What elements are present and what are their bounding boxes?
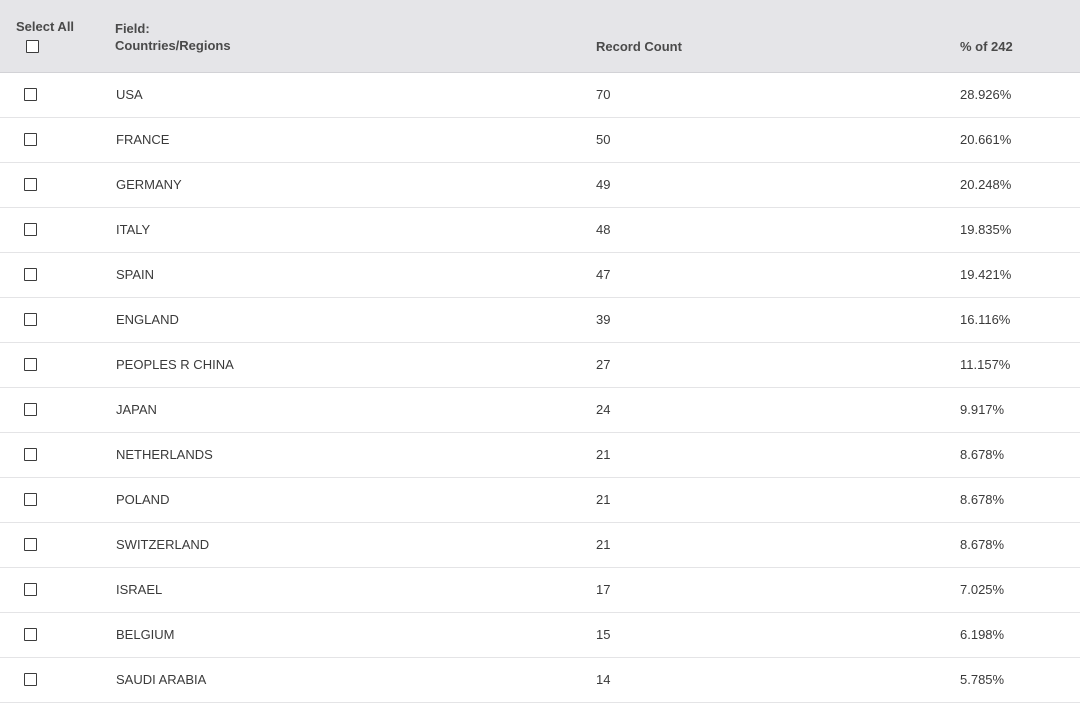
select-all-label: Select All [16,19,75,34]
field-name: Countries/Regions [115,38,231,53]
row-checkbox-cell [24,478,37,522]
country-name: BELGIUM [116,627,175,642]
row-checkbox-cell [24,343,37,387]
table-body: USA 70 28.926% FRANCE 50 20.661% GERMANY… [0,73,1080,703]
percent-value: 8.678% [960,447,1005,462]
row-checkbox-cell [24,613,37,657]
row-checkbox-cell [24,253,37,297]
record-count: 48 [596,222,611,237]
record-count: 17 [596,582,611,597]
row-checkbox-cell [24,658,37,702]
percent-value: 20.661% [960,132,1012,147]
percent-value: 8.678% [960,492,1005,507]
percent-value: 19.421% [960,267,1012,282]
record-count: 21 [596,447,611,462]
row-checkbox[interactable] [24,358,37,372]
row-checkbox[interactable] [24,133,37,147]
record-count: 24 [596,402,611,417]
percent-value: 8.678% [960,537,1005,552]
table-row: NETHERLANDS 21 8.678% [0,433,1080,478]
table-row: JAPAN 24 9.917% [0,388,1080,433]
country-name: ISRAEL [116,582,163,597]
select-all-column: Select All [16,20,86,56]
row-checkbox[interactable] [24,88,37,102]
record-count: 39 [596,312,611,327]
record-count: 49 [596,177,611,192]
row-checkbox-cell [24,298,37,342]
percent-value: 11.157% [960,357,1011,372]
percent-value: 5.785% [960,672,1005,687]
row-checkbox[interactable] [24,268,37,282]
table-row: USA 70 28.926% [0,73,1080,118]
country-name: NETHERLANDS [116,447,213,462]
row-checkbox[interactable] [24,403,37,417]
record-count-header: Record Count [596,39,682,54]
table-row: ENGLAND 39 16.116% [0,298,1080,343]
country-name: GERMANY [116,177,182,192]
row-checkbox-cell [24,73,37,117]
country-name: POLAND [116,492,170,507]
percent-value: 9.917% [960,402,1005,417]
row-checkbox[interactable] [24,673,37,687]
record-count: 27 [596,357,611,372]
record-count: 47 [596,267,611,282]
row-checkbox[interactable] [24,538,37,552]
table-row: GERMANY 49 20.248% [0,163,1080,208]
table-row: BELGIUM 15 6.198% [0,613,1080,658]
country-name: ITALY [116,222,151,237]
row-checkbox-cell [24,433,37,477]
row-checkbox[interactable] [24,628,37,642]
row-checkbox-cell [24,388,37,432]
table-row: PEOPLES R CHINA 27 11.157% [0,343,1080,388]
record-count: 70 [596,87,611,102]
percent-value: 20.248% [960,177,1012,192]
country-name: FRANCE [116,132,170,147]
table-row: SPAIN 47 19.421% [0,253,1080,298]
record-count: 14 [596,672,611,687]
row-checkbox-cell [24,208,37,252]
table-row: SWITZERLAND 21 8.678% [0,523,1080,568]
percent-value: 7.025% [960,582,1005,597]
row-checkbox-cell [24,118,37,162]
country-name: USA [116,87,143,102]
row-checkbox[interactable] [24,448,37,462]
row-checkbox[interactable] [24,493,37,507]
row-checkbox[interactable] [24,313,37,327]
record-count: 21 [596,492,611,507]
country-name: SPAIN [116,267,155,282]
row-checkbox[interactable] [24,223,37,237]
percent-value: 28.926% [960,87,1012,102]
table-row: POLAND 21 8.678% [0,478,1080,523]
percent-value: 16.116% [960,312,1011,327]
percent-header: % of 242 [960,39,1013,54]
results-table: Select All Field: Countries/Regions Reco… [0,0,1080,703]
select-all-checkbox[interactable] [26,40,39,53]
table-header: Select All Field: Countries/Regions Reco… [0,0,1080,73]
row-checkbox[interactable] [24,583,37,597]
row-checkbox[interactable] [24,178,37,192]
row-checkbox-cell [24,568,37,612]
field-label: Field: [115,21,150,36]
table-row: FRANCE 50 20.661% [0,118,1080,163]
table-row: ISRAEL 17 7.025% [0,568,1080,613]
country-name: ENGLAND [116,312,179,327]
record-count: 21 [596,537,611,552]
country-name: JAPAN [116,402,157,417]
percent-value: 6.198% [960,627,1005,642]
country-name: PEOPLES R CHINA [116,357,234,372]
record-count: 15 [596,627,611,642]
percent-value: 19.835% [960,222,1012,237]
row-checkbox-cell [24,523,37,567]
table-row: ITALY 48 19.835% [0,208,1080,253]
record-count: 50 [596,132,611,147]
field-column-header: Field: Countries/Regions [115,20,231,54]
country-name: SWITZERLAND [116,537,210,552]
row-checkbox-cell [24,163,37,207]
table-row: SAUDI ARABIA 14 5.785% [0,658,1080,703]
country-name: SAUDI ARABIA [116,672,207,687]
